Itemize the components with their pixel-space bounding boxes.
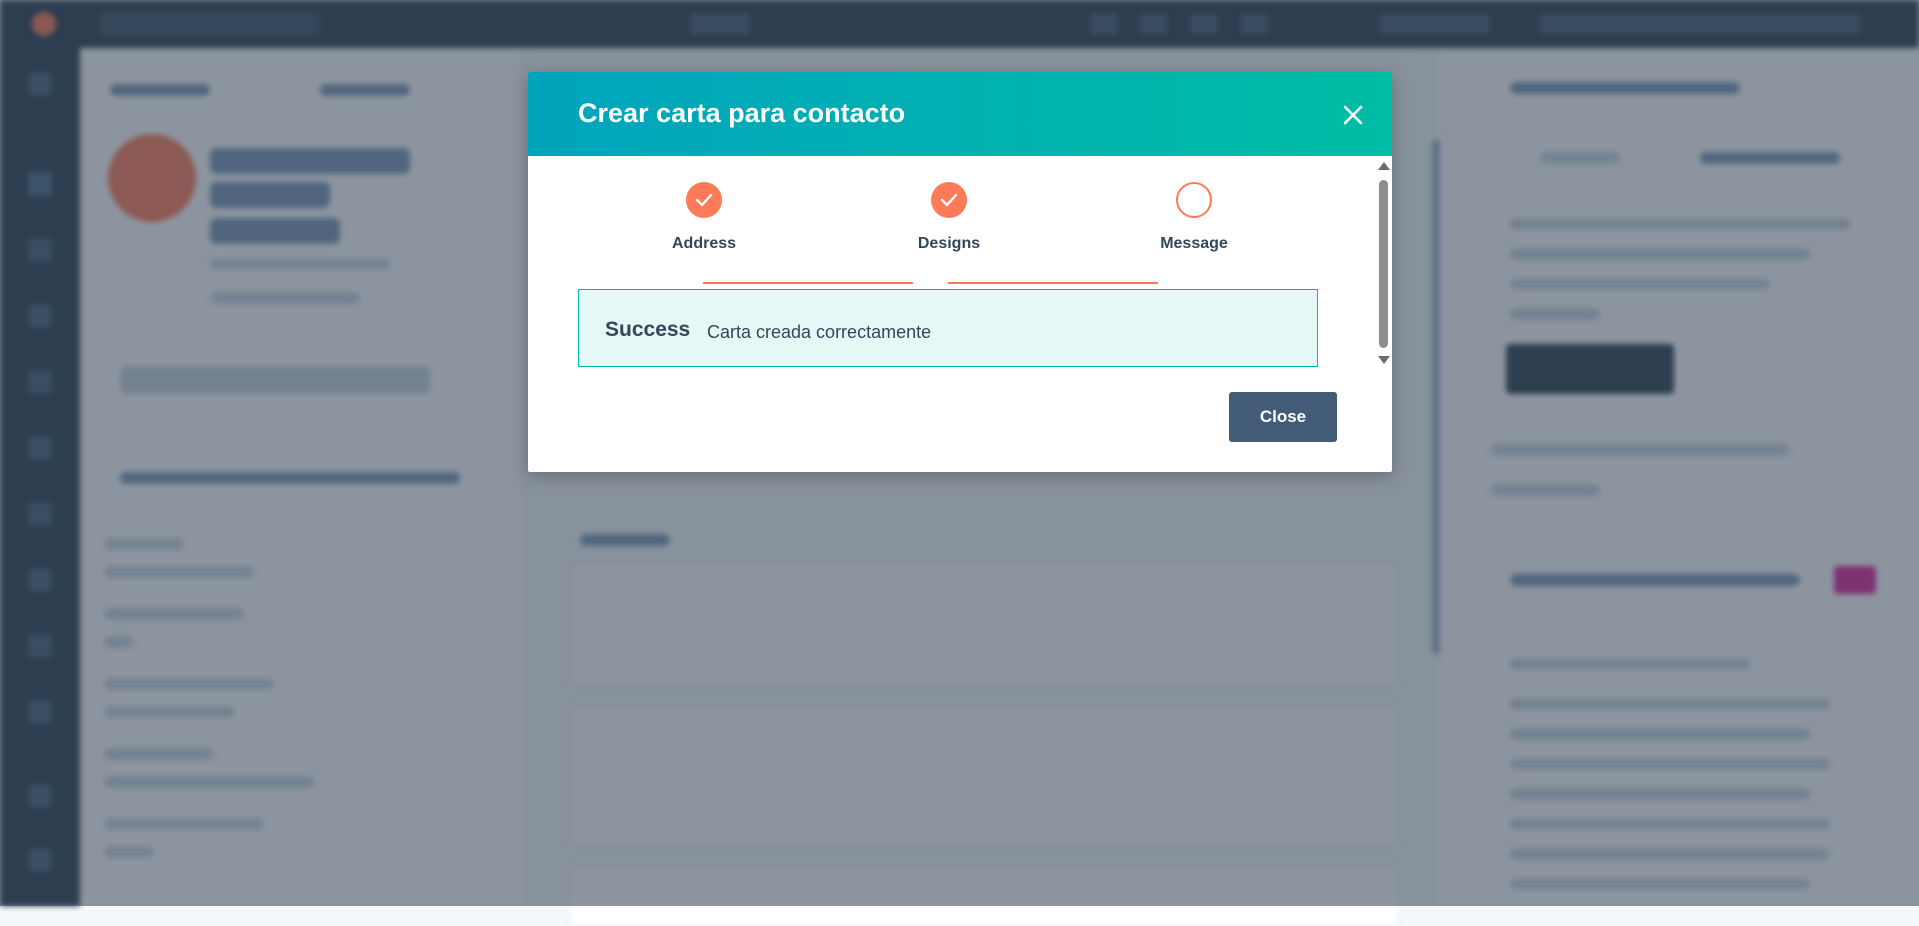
alert-title: Success xyxy=(605,318,691,341)
close-icon[interactable] xyxy=(1336,98,1370,132)
alert-message: Carta creada correctamente xyxy=(707,322,932,342)
modal-header: Crear carta para contacto xyxy=(528,72,1392,156)
step-label-address: Address xyxy=(671,235,737,252)
scroll-up-arrow-icon[interactable] xyxy=(1378,162,1390,170)
create-letter-modal: Crear carta para contacto Address Design… xyxy=(528,72,1392,472)
close-button[interactable]: Close xyxy=(1229,392,1337,442)
success-alert: Success Carta creada correctamente xyxy=(578,289,1318,367)
step-message-indicator[interactable] xyxy=(1176,182,1212,218)
step-designs-check-icon[interactable] xyxy=(931,182,967,218)
step-label-message: Message xyxy=(1160,235,1228,252)
scrollbar-thumb[interactable] xyxy=(1379,180,1388,348)
modal-title: Crear carta para contacto xyxy=(578,98,906,128)
step-connector xyxy=(703,282,913,284)
step-label-designs: Designs xyxy=(917,235,981,252)
step-address-check-icon[interactable] xyxy=(686,182,722,218)
modal-scrollbar[interactable] xyxy=(1376,162,1390,366)
scroll-down-arrow-icon[interactable] xyxy=(1378,356,1390,364)
step-connector xyxy=(948,282,1158,284)
